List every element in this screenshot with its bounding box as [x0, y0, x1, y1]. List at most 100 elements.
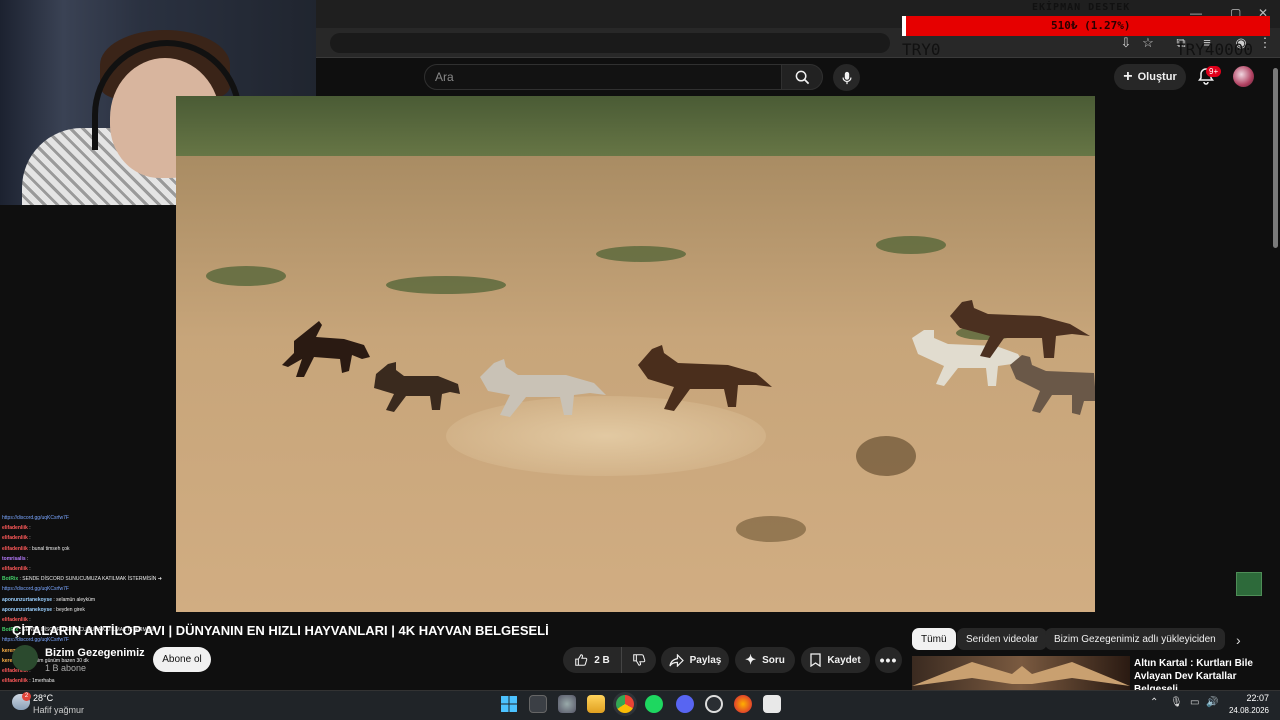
subscribe-button[interactable]: Abone ol — [153, 647, 211, 672]
more-horizontal-icon: ••• — [879, 652, 898, 668]
chat-text: https://discord.gg/uqKCsrfw7F — [2, 515, 69, 521]
chat-username[interactable]: tomrisalis — [2, 556, 26, 562]
horse-2 — [374, 362, 460, 412]
windows-taskbar — [0, 690, 1280, 720]
scrollbar-thumb[interactable] — [1273, 68, 1278, 248]
channel-watermark[interactable] — [1236, 572, 1262, 596]
bookmark-star-icon[interactable]: ☆ — [1139, 34, 1157, 52]
ask-label: Soru — [762, 654, 785, 666]
chip-all[interactable]: Tümü — [912, 628, 956, 650]
task-view-icon[interactable] — [529, 695, 547, 713]
video-player[interactable] — [176, 96, 1095, 612]
horse-4 — [638, 345, 772, 411]
chip-uploader[interactable]: Bizim Gezegenimiz adlı yükleyiciden — [1045, 628, 1225, 650]
chat-username[interactable]: aponunzurtanekoyse — [2, 607, 52, 613]
microphone-icon — [841, 71, 852, 84]
chat-username[interactable]: elifadenliik — [2, 546, 28, 552]
install-icon[interactable]: ⇩ — [1117, 34, 1135, 52]
horse-7 — [1010, 355, 1095, 415]
voice-search-button[interactable] — [833, 64, 860, 91]
account-avatar[interactable] — [1233, 66, 1254, 87]
url-field[interactable] — [330, 33, 890, 53]
search-button[interactable] — [781, 64, 823, 90]
chat-message: elifadenliik : 1merhaba — [2, 676, 180, 686]
notepad-icon[interactable] — [763, 695, 781, 713]
file-explorer-icon[interactable] — [587, 695, 605, 713]
dislike-button[interactable] — [621, 647, 656, 673]
plus-icon: + — [1123, 68, 1133, 85]
chat-message: tomrisalis : — [2, 554, 180, 564]
chrome-icon[interactable] — [616, 695, 634, 713]
discord-icon[interactable] — [676, 695, 694, 713]
channel-avatar[interactable] — [12, 645, 38, 671]
save-label: Kaydet — [827, 654, 861, 666]
chevron-right-icon[interactable]: › — [1236, 632, 1241, 648]
notification-badge: 9+ — [1206, 66, 1222, 77]
chat-username[interactable]: elifadenliik — [2, 535, 28, 541]
donation-title: EKİPMAN DESTEK — [1032, 2, 1131, 13]
weather-description[interactable]: Hafif yağmur — [33, 705, 84, 715]
more-actions-button[interactable]: ••• — [875, 647, 902, 673]
chat-text: : — [25, 555, 29, 562]
chat-text: : selamün aleyküm — [52, 596, 96, 603]
sparkle-icon: ✦ — [745, 652, 757, 667]
recommended-title[interactable]: Altın Kartal : Kurtları Bile Avlayan Dev… — [1134, 657, 1264, 690]
like-button[interactable]: 2 B — [563, 647, 621, 673]
clock-date[interactable]: 24.08.2026 — [1220, 706, 1269, 715]
windows-start-icon[interactable] — [500, 695, 518, 713]
chat-message: elifadenliik : — [2, 523, 180, 533]
like-count: 2 B — [594, 654, 610, 666]
microphone-tray-icon[interactable]: 🎙 — [1170, 697, 1183, 708]
clock-time[interactable]: 22:07 — [1229, 693, 1269, 703]
chip-series-videos[interactable]: Seriden videolar — [957, 628, 1048, 650]
chat-message: aponunzurtanekoyse : beyden girek — [2, 605, 180, 615]
ask-button[interactable]: ✦ Soru — [735, 647, 795, 673]
chat-username[interactable]: elifadenliik — [2, 566, 28, 572]
search-icon — [795, 70, 809, 84]
save-button[interactable]: Kaydet — [801, 647, 870, 673]
channel-subscribers: 1 B abone — [45, 663, 87, 673]
chat-message: elifadenliik : — [2, 564, 180, 574]
chat-username[interactable]: elifadenliik — [2, 525, 28, 531]
chevron-up-icon[interactable]: ⌃ — [1150, 697, 1158, 708]
eagle-image — [912, 662, 1130, 686]
share-label: Paylaş — [689, 654, 722, 666]
chat-message: https://discord.gg/uqKCsrfw7F — [2, 584, 180, 594]
bookmark-icon — [810, 653, 821, 667]
chat-text: : SENDE DİSCORD SUNUCUMUZA KATILMAK İSTE… — [18, 576, 162, 583]
donation-max-label: TRY40000 — [1176, 40, 1254, 59]
channel-name[interactable]: Bizim Gezegenimiz — [45, 647, 145, 659]
chat-text: https://discord.gg/uqKCsrfw7F — [2, 637, 69, 644]
chat-message: aponunzurtanekoyse : selamün aleyküm — [2, 595, 180, 605]
create-button[interactable]: + Oluştur — [1114, 64, 1186, 90]
spotify-icon[interactable] — [645, 695, 663, 713]
chat-text: : — [27, 535, 31, 542]
chat-username[interactable]: elifadenliik — [2, 678, 28, 684]
chat-message: elifadenliik : bunal timseh çok — [2, 544, 180, 554]
volume-icon[interactable]: 🔊 — [1206, 697, 1218, 708]
obs-icon[interactable] — [705, 695, 723, 713]
temperature[interactable]: 28°C — [33, 693, 53, 703]
thumbs-down-icon — [633, 654, 646, 666]
weather-badge: 2 — [22, 692, 31, 701]
firefox-icon[interactable] — [734, 695, 752, 713]
network-icon[interactable]: ▭ — [1190, 697, 1199, 708]
create-label: Oluştur — [1137, 71, 1177, 83]
share-button[interactable]: Paylaş — [661, 647, 729, 673]
search-placeholder: Ara — [435, 70, 454, 84]
search-input[interactable]: Ara — [424, 64, 782, 90]
donation-min-label: TRY0 — [902, 40, 941, 59]
menu-icon[interactable]: ⋮ — [1256, 34, 1274, 52]
chat-text: : 1merhaba — [27, 678, 55, 685]
page-scrollbar[interactable] — [1270, 58, 1280, 690]
chat-username[interactable]: aponunzurtanekoyse — [2, 597, 52, 603]
horse-3 — [480, 359, 606, 417]
horse-1 — [282, 321, 370, 377]
chat-username[interactable]: BotRix — [2, 576, 18, 582]
recommended-thumbnail[interactable] — [912, 656, 1130, 690]
chat-text: : — [27, 566, 31, 573]
chat-text: https://discord.gg/uqKCsrfw7F — [2, 586, 69, 593]
screen: — ▢ ✕ ⇩ ☆ ⧉ ≡ ◉ ⋮ Ara + Oluştur 9+ EKİPM… — [0, 0, 1280, 720]
settings-gear-icon[interactable] — [558, 695, 576, 713]
chat-text: : beyden girek — [52, 606, 85, 613]
